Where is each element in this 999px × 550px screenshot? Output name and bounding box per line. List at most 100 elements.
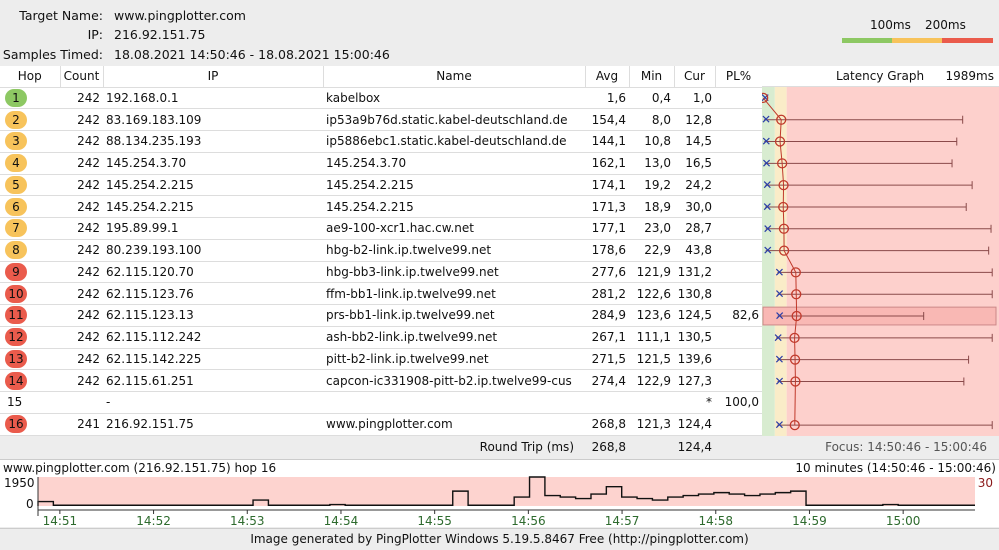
avg-cell: 177,1 [585, 217, 629, 240]
cur-cell: 16,5 [674, 152, 715, 175]
ip-cell: 145.254.2.215 [103, 174, 323, 197]
hop-cell: 15 [0, 391, 60, 414]
ip-cell: 216.92.151.75 [103, 413, 323, 436]
name-cell: 145.254.2.215 [323, 195, 585, 218]
pl-cell [715, 195, 762, 218]
legend-good-bar [842, 38, 892, 43]
hop-cell: 5 [0, 174, 60, 197]
round-trip-label: Round Trip (ms) [479, 440, 574, 454]
name-cell: ffm-bb1-link.ip.twelve99.net [323, 282, 585, 305]
table-row[interactable]: 12 242 62.115.112.242 ash-bb2-link.ip.twelv… [0, 326, 762, 349]
table-row[interactable]: 13 242 62.115.142.225 pitt-b2-link.ip.twelv… [0, 348, 762, 371]
min-cell: 123,6 [629, 304, 674, 327]
ip-label: IP: [87, 27, 103, 42]
target-name: www.pingplotter.com [114, 8, 246, 23]
avg-cell: 284,9 [585, 304, 629, 327]
count-cell: 242 [60, 282, 103, 305]
count-cell: 242 [60, 239, 103, 262]
latency-graph[interactable]: Latency Graph 1989ms ✕ ✕ ✕ ✕ ✕ ✕ ✕ ✕ ✕ ✕ ✕ ✕ ✕ ✕ ✕ [762, 66, 999, 436]
min-cell: 13,0 [629, 152, 674, 175]
pl-cell [715, 108, 762, 131]
table-row[interactable]: 2 242 83.169.183.109 ip53a9b76d.static.kabe… [0, 108, 762, 131]
pl-cell [715, 152, 762, 175]
latency-graph-title: Latency Graph [836, 69, 925, 83]
min-cell: 121,9 [629, 261, 674, 284]
col-min[interactable]: Min [629, 66, 675, 88]
name-cell: pitt-b2-link.ip.twelve99.net [323, 348, 585, 371]
col-cur[interactable]: Cur [674, 66, 716, 88]
count-cell: 242 [60, 87, 103, 110]
col-hop[interactable]: Hop [0, 66, 61, 88]
table-row[interactable]: 5 242 145.254.2.215 145.254.2.215 174,1 19,2 2… [0, 174, 762, 197]
table-row[interactable]: 15 - * 100,0 [0, 391, 762, 414]
table-row[interactable]: 16 241 216.92.151.75 www.pingplotter.com 268… [0, 413, 762, 436]
latency-min-mark: ✕ [763, 222, 773, 236]
count-cell: 241 [60, 413, 103, 436]
hop-cell: 8 [0, 239, 60, 262]
table-row[interactable]: 9 242 62.115.120.70 hbg-bb3-link.ip.twelve9… [0, 261, 762, 284]
hop-cell: 1 [0, 87, 60, 110]
table-row[interactable]: 3 242 88.134.235.193 ip5886ebc1.static.kabe… [0, 130, 762, 153]
latency-min-mark: ✕ [774, 418, 784, 432]
ip-cell: 80.239.193.100 [103, 239, 323, 262]
name-cell: ip53a9b76d.static.kabel-deutschland.de [323, 108, 585, 131]
latency-min-mark: ✕ [775, 374, 785, 388]
col-count[interactable]: Count [60, 66, 104, 88]
col-ip[interactable]: IP [103, 66, 324, 88]
timeline-background [38, 477, 975, 506]
hop-cell: 13 [0, 348, 60, 371]
avg-cell: 174,1 [585, 174, 629, 197]
table-row[interactable]: 8 242 80.239.193.100 hbg-b2-link.ip.twelve9… [0, 239, 762, 262]
col-avg[interactable]: Avg [585, 66, 630, 88]
count-cell: 242 [60, 326, 103, 349]
avg-cell: 178,6 [585, 239, 629, 262]
table-row[interactable]: 10 242 62.115.123.76 ffm-bb1-link.ip.twelve… [0, 282, 762, 305]
hop-cell: 2 [0, 108, 60, 131]
avg-cell: 271,5 [585, 348, 629, 371]
col-name[interactable]: Name [323, 66, 586, 88]
hop-number: 1 [5, 88, 27, 107]
pl-cell [715, 282, 762, 305]
timeline-tick-label: 14:51 [43, 514, 78, 528]
timeline-tick-label: 15:00 [886, 514, 921, 528]
min-cell: 8,0 [629, 108, 674, 131]
table-row[interactable]: 11 242 62.115.123.13 prs-bb1-link.ip.twelve… [0, 304, 762, 327]
name-cell: ash-bb2-link.ip.twelve99.net [323, 326, 585, 349]
hop-cell: 3 [0, 130, 60, 153]
cur-cell: 24,2 [674, 174, 715, 197]
timeline-tick-label: 14:53 [230, 514, 265, 528]
cur-cell: 43,8 [674, 239, 715, 262]
zone-bad [786, 87, 999, 436]
legend-100ms: 100ms [870, 18, 911, 32]
min-cell: 23,0 [629, 217, 674, 240]
table-row[interactable]: 14 242 62.115.61.251 capcon-ic331908-pitt-b… [0, 369, 762, 392]
ip-cell: 62.115.142.225 [103, 348, 323, 371]
hop-number: 4 [5, 154, 27, 173]
pl-cell [715, 217, 762, 240]
samples-label: Samples Timed: [2, 47, 103, 62]
timeline-graph[interactable]: www.pingplotter.com (216.92.151.75) hop … [0, 459, 999, 528]
table-row[interactable]: 1 242 192.168.0.1 kabelbox 1,6 0,4 1,0 [0, 87, 762, 110]
pl-cell [715, 174, 762, 197]
hop-number: 11 [5, 306, 27, 325]
min-cell: 18,9 [629, 195, 674, 218]
ip-cell: 62.115.112.242 [103, 326, 323, 349]
avg-cell: 274,4 [585, 369, 629, 392]
hop-number: 13 [5, 349, 27, 368]
name-cell: hbg-b2-link.ip.twelve99.net [323, 239, 585, 262]
hop-cell: 16 [0, 413, 60, 436]
cur-cell: 139,6 [674, 348, 715, 371]
count-cell: 242 [60, 261, 103, 284]
latency-min-mark: ✕ [762, 200, 772, 214]
min-cell: 122,6 [629, 282, 674, 305]
timeline-tick-label: 14:55 [417, 514, 452, 528]
table-row[interactable]: 4 242 145.254.3.70 145.254.3.70 162,1 13,0 16,… [0, 152, 762, 175]
count-cell [60, 391, 103, 414]
col-pl[interactable]: PL% [715, 66, 763, 88]
table-row[interactable]: 7 242 195.89.99.1 ae9-100-xcr1.hac.cw.net 17… [0, 217, 762, 240]
hop-number: 5 [5, 175, 27, 194]
latency-min-mark: ✕ [762, 135, 771, 149]
table-row[interactable]: 6 242 145.254.2.215 145.254.2.215 171,3 18,9 3… [0, 195, 762, 218]
min-cell: 121,5 [629, 348, 674, 371]
target-info: Target Name: www.pingplotter.com IP: 216… [0, 0, 999, 66]
